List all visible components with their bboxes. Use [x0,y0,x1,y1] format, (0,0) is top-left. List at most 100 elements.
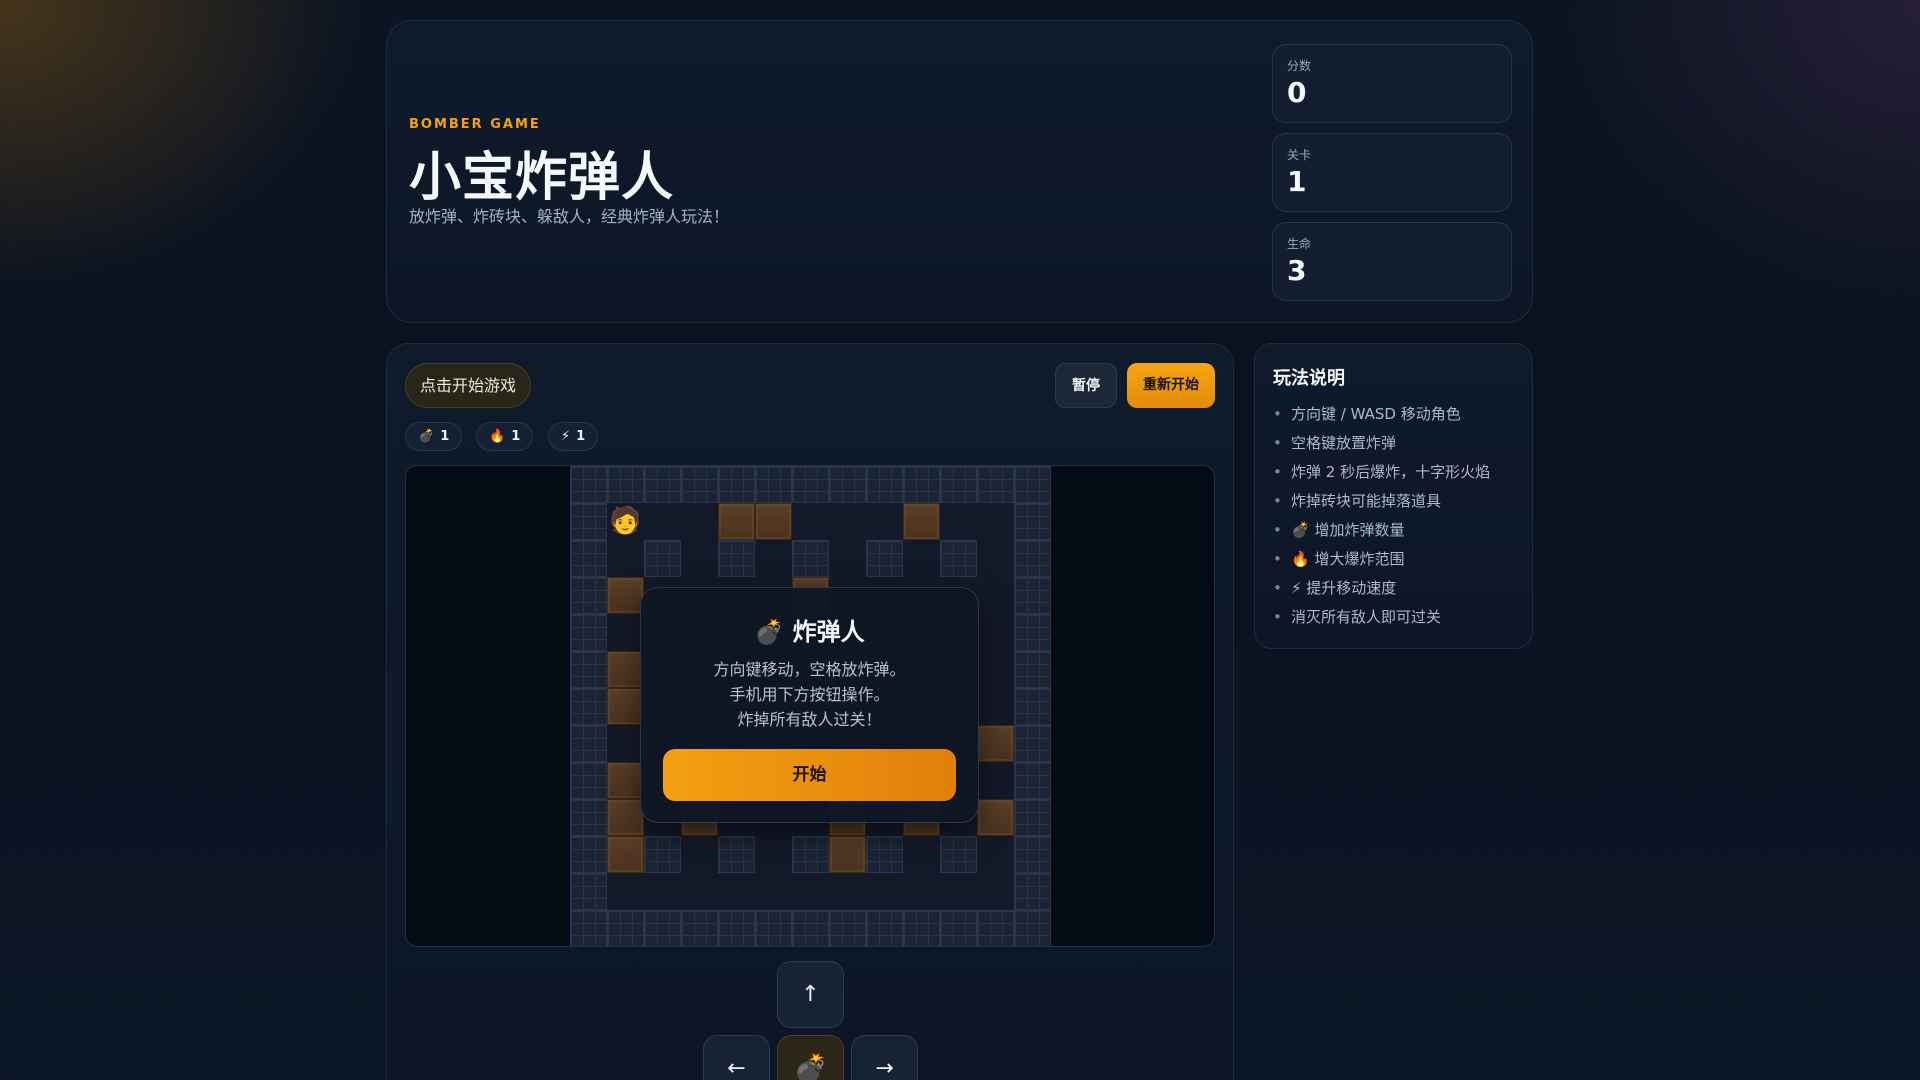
wall-tile [1014,836,1051,873]
wall-tile [607,466,644,503]
lightning-icon: ⚡ [561,429,571,444]
page-title: 小宝炸弹人 [409,148,675,208]
wall-tile [570,799,607,836]
fire-range-chip: 🔥 1 [476,422,534,451]
wall-tile [570,725,607,762]
fire-icon: 🔥 [489,429,506,444]
bomb-count-chip: 💣 1 [405,422,463,451]
wall-tile [866,540,903,577]
wall-tile [570,762,607,799]
brick-tile [607,577,644,614]
brick-tile [607,836,644,873]
bomb-icon: 💣 [418,429,435,444]
wall-tile [1014,910,1051,946]
rule-item: 炸弹 2 秒后爆炸，十字形火焰 [1273,458,1514,487]
lives-value: 3 [1287,254,1307,287]
overlay-line: 炸掉所有敌人过关！ [737,710,882,729]
fire-range-value: 1 [511,429,521,444]
wall-tile [866,836,903,873]
rule-item: 炸掉砖块可能掉落道具 [1273,487,1514,516]
game-status-pill[interactable]: 点击开始游戏 [405,363,532,408]
wall-tile [570,577,607,614]
brick-tile [718,503,755,540]
lives-label: 生命 [1287,237,1312,251]
wall-tile [755,910,792,946]
brick-tile [607,799,644,836]
dpad-up-button[interactable]: ↑ [777,961,844,1028]
overlay-title: 💣 炸弹人 [754,618,865,646]
dpad-left-button[interactable]: ← [703,1035,770,1080]
pause-button[interactable]: 暂停 [1055,363,1117,408]
wall-tile [866,910,903,946]
wall-tile [903,910,940,946]
bomb-count-value: 1 [440,429,450,444]
wall-tile [792,910,829,946]
wall-tile [940,910,977,946]
overlay-line: 方向键移动，空格放炸弹。 [713,660,906,679]
rule-item: 消灭所有敌人即可过关 [1273,603,1514,632]
wall-tile [1014,873,1051,910]
level-value: 1 [1287,165,1307,198]
dpad-right-button[interactable]: → [851,1035,918,1080]
wall-tile [718,836,755,873]
brick-tile [607,651,644,688]
score-card: 分数 0 [1272,44,1512,123]
wall-tile [755,466,792,503]
rules-list: 方向键 / WASD 移动角色 空格键放置炸弹 炸弹 2 秒后爆炸，十字形火焰 … [1273,400,1514,632]
rules-panel: 玩法说明 方向键 / WASD 移动角色 空格键放置炸弹 炸弹 2 秒后爆炸，十… [1254,343,1533,649]
rule-item: 💣 增加炸弹数量 [1273,516,1514,545]
speed-value: 1 [576,429,586,444]
wall-tile [829,466,866,503]
score-value: 0 [1287,76,1307,109]
start-button[interactable]: 开始 [663,749,956,801]
player-icon: 🧑 [609,506,642,536]
rule-item: 方向键 / WASD 移动角色 [1273,400,1514,429]
rule-item: ⚡ 提升移动速度 [1273,574,1514,603]
wall-tile [940,540,977,577]
wall-tile [718,540,755,577]
wall-tile [977,910,1014,946]
wall-tile [570,466,607,503]
bomb-button[interactable]: 💣 [777,1035,844,1080]
wall-tile [1014,503,1051,540]
lives-card: 生命 3 [1272,222,1512,301]
wall-tile [829,910,866,946]
wall-tile [1014,466,1051,503]
wall-tile [570,910,607,946]
wall-tile [1014,540,1051,577]
brick-tile [755,503,792,540]
rule-item: 空格键放置炸弹 [1273,429,1514,458]
brick-tile [607,762,644,799]
wall-tile [570,836,607,873]
wall-tile [1014,688,1051,725]
level-label: 关卡 [1287,148,1312,162]
score-label: 分数 [1287,59,1312,73]
wall-tile [718,910,755,946]
wall-tile [1014,614,1051,651]
wall-tile [681,910,718,946]
wall-tile [977,466,1014,503]
wall-tile [644,910,681,946]
level-card: 关卡 1 [1272,133,1512,212]
wall-tile [940,836,977,873]
page-subtitle: 放炸弹、炸砖块、躲敌人，经典炸弹人玩法！ [409,207,730,226]
brick-tile [977,725,1014,762]
wall-tile [644,466,681,503]
speed-chip: ⚡ 1 [548,422,599,451]
wall-tile [866,466,903,503]
brick-tile [903,503,940,540]
wall-tile [792,540,829,577]
restart-button[interactable]: 重新开始 [1127,363,1215,408]
wall-tile [1014,577,1051,614]
wall-tile [570,503,607,540]
brick-tile [977,799,1014,836]
wall-tile [570,873,607,910]
brand-tag: BOMBER GAME [409,117,541,132]
wall-tile [570,651,607,688]
wall-tile [1014,725,1051,762]
header-card: BOMBER GAME 小宝炸弹人 放炸弹、炸砖块、躲敌人，经典炸弹人玩法！ 分… [386,20,1533,323]
wall-tile [644,540,681,577]
wall-tile [570,540,607,577]
brick-tile [607,688,644,725]
wall-tile [681,466,718,503]
